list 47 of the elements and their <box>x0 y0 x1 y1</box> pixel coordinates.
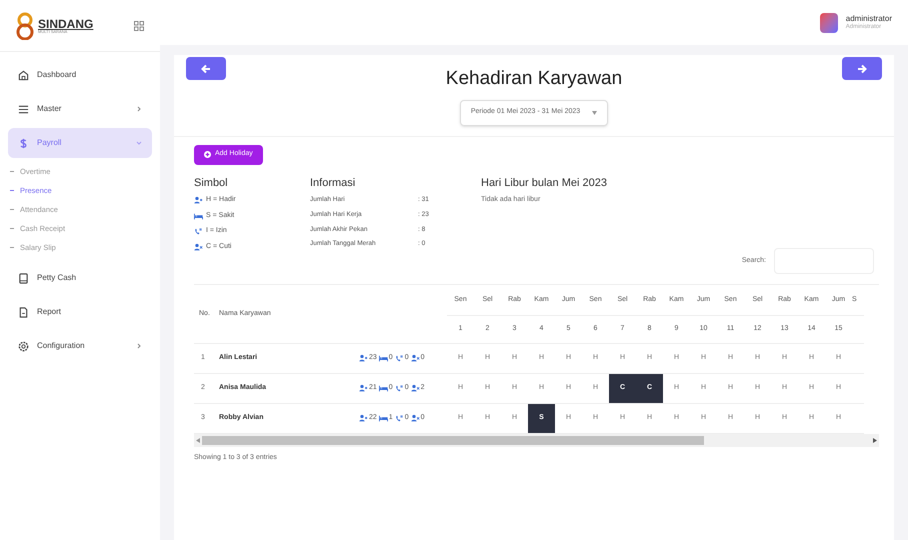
caret-icon <box>592 110 598 114</box>
sidebar-item[interactable]: Payroll <box>8 128 152 158</box>
brand-name: SINDANG <box>38 18 94 30</box>
grid-icon[interactable] <box>134 20 144 30</box>
section-heading: Simbol <box>194 176 229 190</box>
phone-icon <box>394 354 404 362</box>
sidebar-item[interactable]: Master <box>8 94 152 124</box>
horizontal-scrollbar[interactable] <box>194 434 879 446</box>
phone-icon <box>394 414 404 422</box>
person-remove-icon <box>410 354 420 362</box>
bed-icon <box>378 354 388 362</box>
phone-icon <box>394 384 404 392</box>
phone-icon <box>194 227 203 236</box>
list-icon <box>18 104 29 114</box>
person-remove-icon <box>410 384 420 392</box>
sidebar-item[interactable]: Report <box>8 297 152 327</box>
file-icon <box>18 306 29 318</box>
person-remove-icon <box>194 242 203 251</box>
gear-icon <box>18 340 29 352</box>
person-remove-icon <box>410 414 420 422</box>
person-add-icon <box>194 196 203 204</box>
bed-icon <box>378 414 388 422</box>
scroll-right-icon[interactable] <box>873 438 877 442</box>
sidebar-item[interactable]: Configuration <box>8 331 152 361</box>
bed-icon <box>194 212 203 220</box>
section-heading: Hari Libur bulan Mei 2023 <box>481 176 607 190</box>
sidebar-item[interactable]: Petty Cash <box>8 263 152 293</box>
scroll-left-icon[interactable] <box>196 438 200 442</box>
section-heading: Informasi <box>310 176 356 190</box>
avatar[interactable] <box>820 12 838 32</box>
right-arrow-icon <box>857 64 867 74</box>
bed-icon <box>378 384 388 392</box>
tablet-icon <box>18 272 29 284</box>
previous-button[interactable] <box>186 57 226 80</box>
home-icon <box>18 70 29 80</box>
left-arrow-icon <box>201 64 211 74</box>
next-button[interactable] <box>842 57 882 80</box>
scrollbar-thumb[interactable] <box>202 436 704 444</box>
person-add-icon <box>359 414 368 422</box>
person-add-icon <box>359 384 368 392</box>
page-title: Kehadiran Karyawan <box>446 67 622 91</box>
plus-circle-icon <box>204 151 211 158</box>
sidebar-item[interactable]: Dashboard <box>8 60 152 90</box>
user-name: administrator <box>846 14 892 24</box>
dollar-icon <box>18 138 29 148</box>
person-add-icon <box>359 354 368 362</box>
logo-icon <box>16 12 34 40</box>
